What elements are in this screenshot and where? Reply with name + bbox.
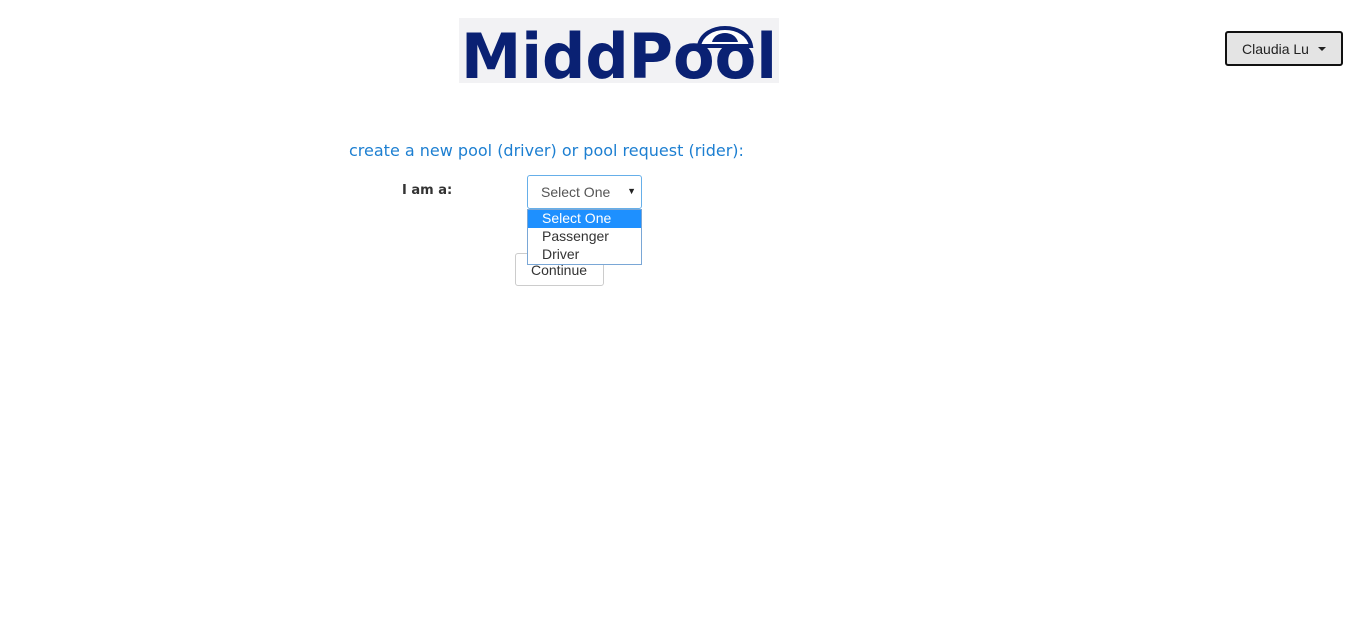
role-label: I am a: bbox=[402, 183, 453, 198]
page: MiddPool Claudia Lu create a new pool (d… bbox=[0, 0, 1365, 635]
middpool-logo[interactable]: MiddPool bbox=[459, 18, 779, 83]
role-dropdown-list: Select One Passenger Driver bbox=[527, 209, 642, 265]
role-option-select-one[interactable]: Select One bbox=[528, 210, 641, 228]
role-select-value: Select One bbox=[541, 184, 611, 200]
role-option-driver[interactable]: Driver bbox=[528, 246, 641, 264]
caret-down-icon bbox=[1317, 46, 1326, 51]
user-menu-button[interactable]: Claudia Lu bbox=[1225, 31, 1343, 66]
page-heading: create a new pool (driver) or pool reque… bbox=[349, 141, 744, 160]
triangle-down-icon: ▼ bbox=[627, 186, 636, 196]
logo-image: MiddPool bbox=[461, 20, 777, 83]
role-option-passenger[interactable]: Passenger bbox=[528, 228, 641, 246]
user-name: Claudia Lu bbox=[1242, 40, 1309, 57]
role-select[interactable]: Select One ▼ bbox=[527, 175, 642, 209]
